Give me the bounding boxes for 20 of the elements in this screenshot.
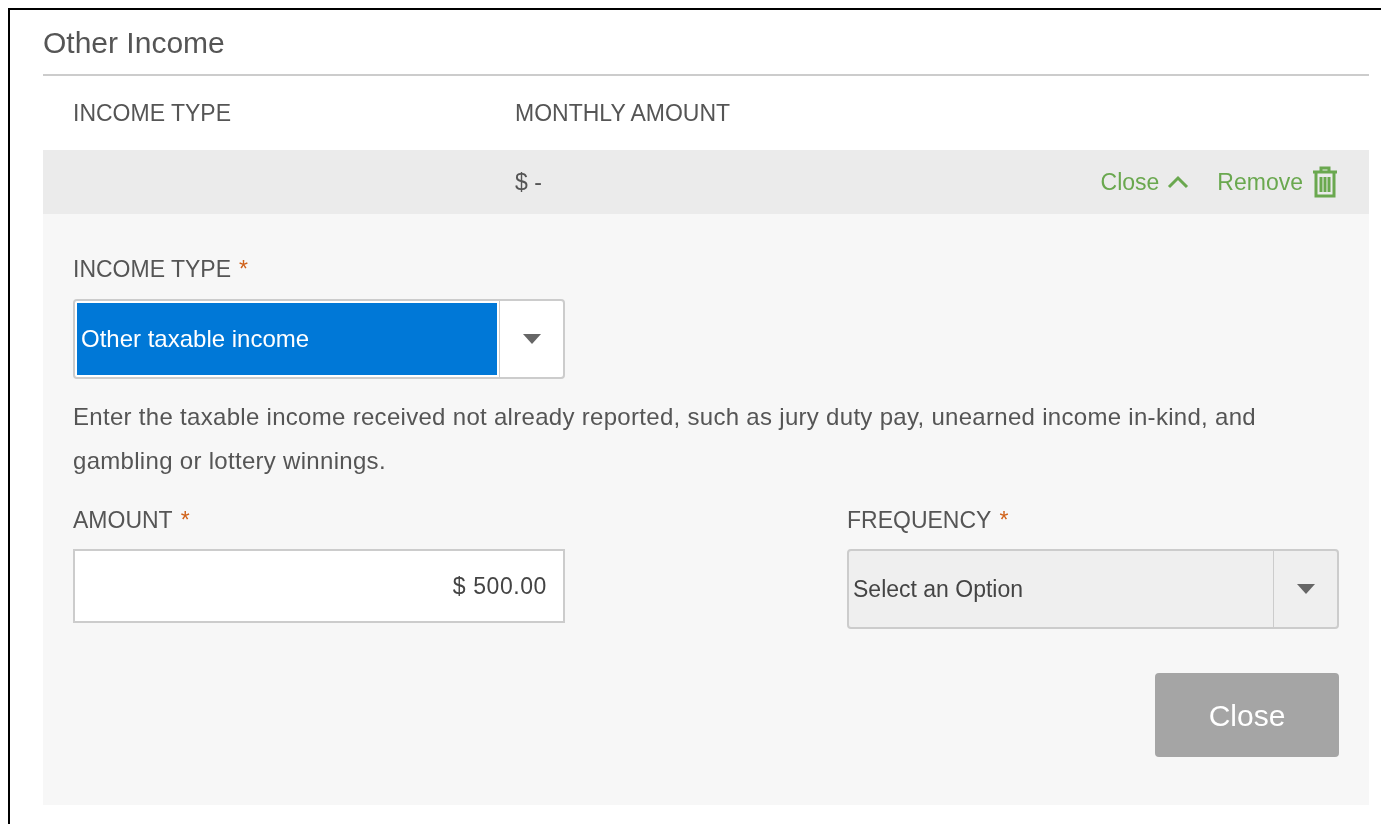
column-header: MONTHLY AMOUNT bbox=[515, 98, 731, 128]
caret-icon bbox=[1296, 584, 1315, 594]
caret-icon bbox=[522, 333, 541, 344]
required-mark: * bbox=[239, 255, 248, 284]
help-text: Enter the taxable income received not already reported, such as jury duty pay, unearned income in-kind, and gambling or lottery winnings. bbox=[73, 401, 1257, 476]
close-toggle-link[interactable]: Close bbox=[1100, 164, 1190, 200]
section-title: Other Income bbox=[43, 25, 226, 61]
field-label: INCOME TYPE bbox=[73, 255, 232, 284]
frequency-select[interactable]: Select an Option bbox=[847, 549, 1339, 629]
remove-link[interactable]: Remove bbox=[1217, 164, 1339, 200]
column-header: INCOME TYPE bbox=[73, 98, 233, 128]
field-label: AMOUNT bbox=[73, 505, 173, 535]
income-type-select[interactable]: Other taxable income bbox=[73, 298, 565, 379]
amount-input[interactable]: $ 500.00 bbox=[73, 549, 565, 623]
chevron-icon bbox=[1167, 175, 1190, 189]
required-mark: * bbox=[999, 505, 1009, 535]
trash-icon bbox=[1311, 165, 1339, 199]
required-mark: * bbox=[180, 505, 190, 535]
table-cell-text: $ - bbox=[515, 167, 542, 197]
field-label: FREQUENCY bbox=[847, 505, 992, 535]
